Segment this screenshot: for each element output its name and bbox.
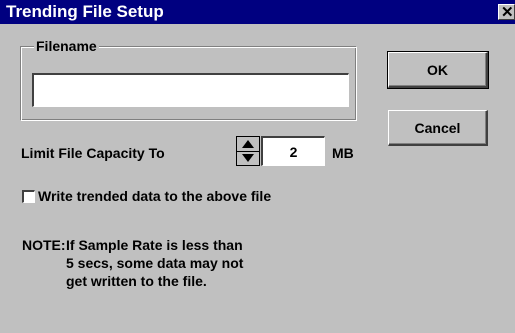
cancel-button[interactable]: Cancel (388, 110, 488, 146)
title-bar[interactable]: Trending File Setup ✕ (0, 0, 515, 24)
note-text: If Sample Rate is less than 5 secs, some… (66, 237, 244, 289)
window-title: Trending File Setup (6, 2, 164, 21)
trending-file-setup-dialog: Trending File Setup ✕ Filename OK Cancel… (0, 0, 515, 333)
filename-label: Filename (34, 37, 99, 55)
write-trended-data-label[interactable]: Write trended data to the above file (38, 188, 271, 204)
ok-button[interactable]: OK (387, 51, 489, 89)
capacity-unit-label: MB (332, 145, 354, 161)
capacity-spinner[interactable] (236, 136, 260, 166)
spinner-down-button[interactable] (237, 151, 259, 165)
capacity-input[interactable] (261, 136, 325, 166)
close-icon: ✕ (501, 4, 514, 20)
spinner-up-button[interactable] (237, 137, 259, 152)
arrow-up-icon (242, 140, 254, 148)
close-button[interactable]: ✕ (498, 4, 515, 20)
note-prefix: NOTE: (22, 237, 66, 253)
write-trended-data-checkbox[interactable] (22, 190, 35, 203)
filename-groupbox: Filename (20, 37, 357, 121)
arrow-down-icon (242, 154, 254, 162)
limit-capacity-label: Limit File Capacity To (21, 145, 165, 161)
filename-input[interactable] (32, 73, 349, 107)
